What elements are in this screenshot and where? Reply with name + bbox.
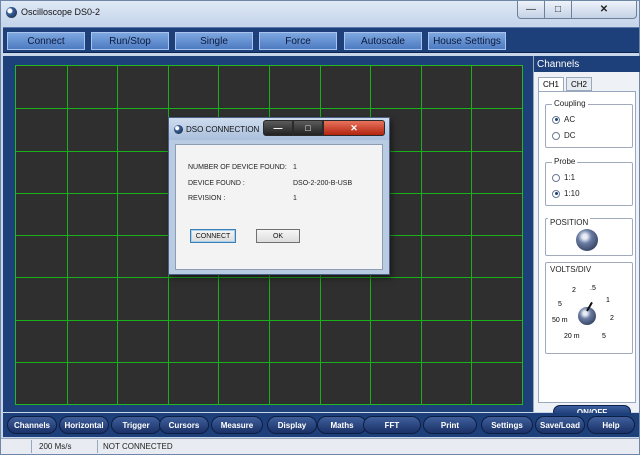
house-settings-button[interactable]: House Settings bbox=[428, 32, 506, 50]
top-toolbar: Connect Run/Stop Single Force Autoscale … bbox=[3, 27, 639, 53]
coupling-dc-label: DC bbox=[564, 131, 576, 140]
app-icon bbox=[6, 7, 17, 18]
dialog-connect-button[interactable]: CONNECT bbox=[190, 229, 236, 243]
dialog-close-button[interactable]: ✕ bbox=[323, 120, 385, 136]
channel-settings-body: Coupling AC DC Probe 1:1 1:10 POSITION V… bbox=[538, 91, 636, 433]
grid-line-horizontal bbox=[16, 277, 522, 279]
volts-scale-2: 2 bbox=[572, 287, 576, 294]
trigger-button[interactable]: Trigger bbox=[111, 416, 161, 434]
volts-scale-5: 5 bbox=[558, 301, 562, 308]
maximize-icon: □ bbox=[305, 123, 311, 133]
tab-ch2[interactable]: CH2 bbox=[566, 77, 593, 91]
measure-button[interactable]: Measure bbox=[211, 416, 263, 434]
maths-button[interactable]: Maths bbox=[317, 416, 367, 434]
bottom-toolbar: Channels Horizontal Trigger Cursors Meas… bbox=[3, 413, 639, 437]
coupling-title: Coupling bbox=[552, 99, 588, 108]
probe-1-1-label: 1:1 bbox=[564, 173, 576, 182]
position-knob[interactable] bbox=[576, 229, 598, 251]
grid-line-horizontal bbox=[16, 361, 522, 363]
radio-checked-icon bbox=[552, 115, 560, 124]
channels-panel: Channels CH1 CH2 Coupling AC DC Probe 1:… bbox=[533, 56, 640, 433]
radio-checked-icon bbox=[552, 189, 560, 198]
dialog-body: NUMBER OF DEVICE FOUND: 1 DEVICE FOUND :… bbox=[175, 144, 383, 270]
device-found-value: DSO-2-200-B-USB bbox=[293, 180, 353, 187]
sample-rate-status: 200 Ms/s bbox=[39, 442, 72, 451]
volts-div-knob[interactable] bbox=[578, 301, 596, 325]
volts-scale-1: 1 bbox=[606, 297, 610, 304]
volts-div-title: VOLTS/DIV bbox=[548, 265, 594, 274]
maximize-icon: □ bbox=[554, 4, 562, 15]
maximize-button[interactable]: □ bbox=[544, 1, 572, 19]
status-separator bbox=[31, 440, 32, 453]
minimize-button[interactable]: — bbox=[517, 1, 545, 19]
grid-line-horizontal bbox=[16, 108, 522, 110]
volts-scale-05: .5 bbox=[590, 285, 596, 292]
autoscale-button[interactable]: Autoscale bbox=[344, 32, 422, 50]
close-icon: ✕ bbox=[599, 4, 609, 15]
dialog-title: DSO CONNECTION bbox=[186, 125, 260, 134]
run-stop-button[interactable]: Run/Stop bbox=[91, 32, 169, 50]
connection-status: NOT CONNECTED bbox=[103, 442, 173, 451]
display-button[interactable]: Display bbox=[267, 416, 317, 434]
dso-connection-dialog: DSO CONNECTION — □ ✕ NUMBER OF DEVICE FO… bbox=[168, 117, 390, 275]
status-bar: 200 Ms/s NOT CONNECTED bbox=[1, 438, 639, 454]
minimize-icon: — bbox=[526, 4, 536, 15]
minimize-icon: — bbox=[273, 123, 283, 133]
settings-button[interactable]: Settings bbox=[481, 416, 533, 434]
fft-button[interactable]: FFT bbox=[363, 416, 421, 434]
probe-1-10-label: 1:10 bbox=[564, 189, 580, 198]
dialog-minimize-button[interactable]: — bbox=[263, 120, 293, 136]
dialog-titlebar[interactable]: DSO CONNECTION — □ ✕ bbox=[169, 118, 389, 140]
close-button[interactable]: ✕ bbox=[571, 1, 637, 19]
device-count-label: NUMBER OF DEVICE FOUND: bbox=[188, 164, 287, 171]
revision-label: REVISION : bbox=[188, 195, 226, 202]
revision-value: 1 bbox=[293, 195, 297, 202]
dialog-maximize-button[interactable]: □ bbox=[293, 120, 323, 136]
probe-group: Probe 1:1 1:10 bbox=[545, 157, 633, 206]
save-load-button[interactable]: Save/Load bbox=[535, 416, 585, 434]
cursors-button[interactable]: Cursors bbox=[159, 416, 209, 434]
horizontal-button[interactable]: Horizontal bbox=[59, 416, 109, 434]
channels-header: Channels bbox=[534, 56, 640, 72]
coupling-ac-option[interactable]: AC bbox=[552, 115, 575, 124]
volts-div-group: VOLTS/DIV 2 .5 1 5 2 50 m 20 m 5 bbox=[545, 262, 633, 354]
coupling-ac-label: AC bbox=[564, 115, 576, 124]
coupling-dc-option[interactable]: DC bbox=[552, 131, 576, 140]
main-window: Oscilloscope DS0-2 — □ ✕ Connect Run/Sto… bbox=[0, 0, 640, 455]
device-found-label: DEVICE FOUND : bbox=[188, 180, 245, 187]
coupling-group: Coupling AC DC bbox=[545, 99, 633, 148]
volts-scale-20m: 20 m bbox=[564, 333, 580, 340]
window-title: Oscilloscope DS0-2 bbox=[21, 7, 101, 17]
probe-1-1-option[interactable]: 1:1 bbox=[552, 173, 575, 182]
grid-line-horizontal bbox=[16, 319, 522, 321]
probe-title: Probe bbox=[552, 157, 578, 166]
radio-unchecked-icon bbox=[552, 173, 560, 182]
tab-ch1[interactable]: CH1 bbox=[538, 77, 565, 92]
print-button[interactable]: Print bbox=[423, 416, 477, 434]
probe-1-10-option[interactable]: 1:10 bbox=[552, 189, 580, 198]
volts-scale-5b: 5 bbox=[602, 333, 606, 340]
force-button[interactable]: Force bbox=[259, 32, 337, 50]
volts-scale-2b: 2 bbox=[610, 315, 614, 322]
connect-button[interactable]: Connect bbox=[7, 32, 85, 50]
channels-button[interactable]: Channels bbox=[7, 416, 57, 434]
dialog-app-icon bbox=[174, 125, 183, 134]
status-separator bbox=[97, 440, 98, 453]
volts-scale-50m: 50 m bbox=[552, 317, 568, 324]
position-group: POSITION bbox=[545, 218, 633, 256]
knob-pointer-icon bbox=[586, 301, 593, 312]
device-count-value: 1 bbox=[293, 164, 297, 171]
window-titlebar[interactable]: Oscilloscope DS0-2 — □ ✕ bbox=[1, 1, 639, 25]
close-icon: ✕ bbox=[350, 122, 358, 133]
single-button[interactable]: Single bbox=[175, 32, 253, 50]
radio-unchecked-icon bbox=[552, 131, 560, 140]
help-button[interactable]: Help bbox=[587, 416, 635, 434]
position-title: POSITION bbox=[548, 218, 591, 227]
dialog-ok-button[interactable]: OK bbox=[256, 229, 300, 243]
